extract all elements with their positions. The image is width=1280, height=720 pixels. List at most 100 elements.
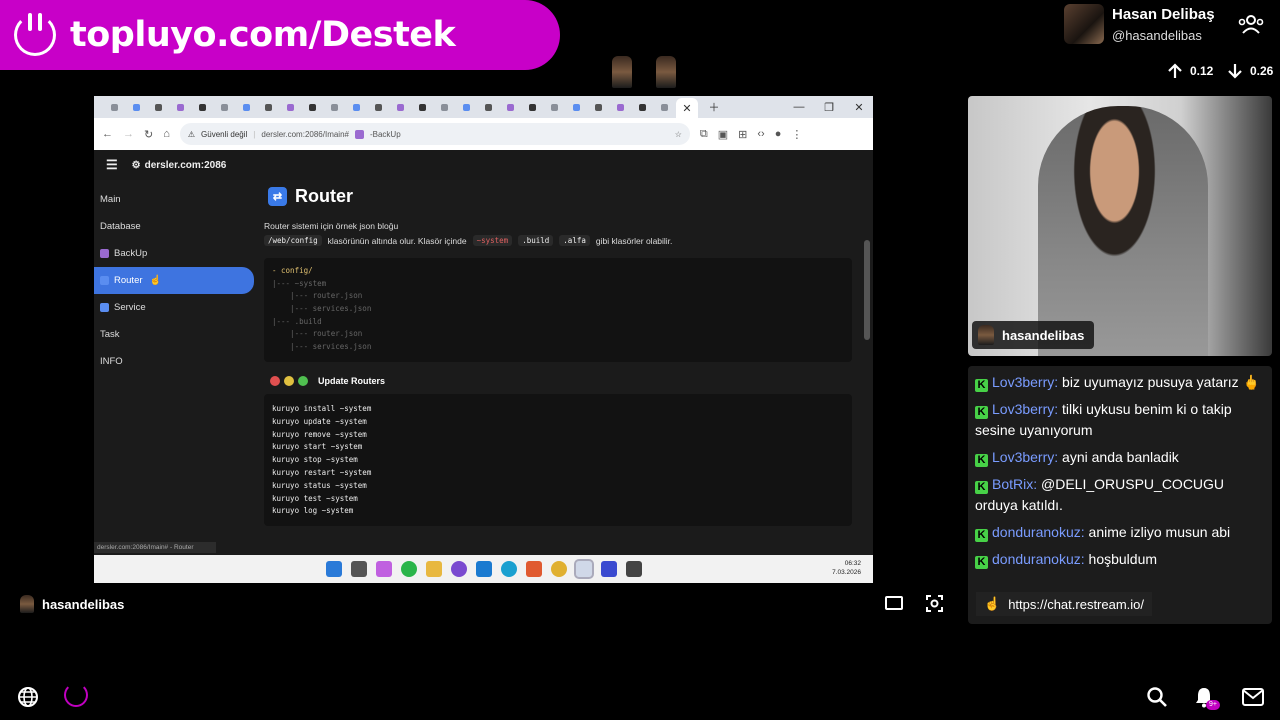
tab-favicon-icon[interactable] bbox=[610, 100, 630, 114]
menu-dots-icon[interactable]: ⋮ bbox=[791, 128, 802, 141]
tab-favicon-icon[interactable] bbox=[434, 100, 454, 114]
forward-icon[interactable]: → bbox=[123, 128, 134, 140]
red-dot-icon bbox=[270, 376, 280, 386]
sidebar-item-backup[interactable]: BackUp bbox=[94, 240, 254, 267]
back-icon[interactable]: ← bbox=[102, 128, 113, 140]
chrome-icon[interactable] bbox=[550, 561, 567, 577]
tab-favicon-icon[interactable] bbox=[390, 100, 410, 114]
copilot-icon[interactable] bbox=[375, 561, 392, 577]
app-icon[interactable] bbox=[625, 561, 642, 577]
brave-icon[interactable] bbox=[525, 561, 542, 577]
home-icon[interactable]: ⌂ bbox=[163, 128, 170, 140]
search-icon[interactable] bbox=[1146, 686, 1168, 708]
sidebar-item-info[interactable]: INFO bbox=[94, 348, 254, 375]
tab-favicon-icon[interactable] bbox=[192, 100, 212, 114]
profile-avatar[interactable] bbox=[1064, 4, 1104, 44]
tab-favicon-icon[interactable] bbox=[280, 100, 300, 114]
command-line: kuruyo log ~system bbox=[272, 506, 354, 516]
sidebar-item-main[interactable]: Main bbox=[94, 186, 254, 213]
new-tab-button[interactable]: ＋ bbox=[700, 99, 728, 115]
topluyo-home-icon[interactable] bbox=[64, 683, 88, 707]
tab-favicon-icon[interactable] bbox=[654, 100, 674, 114]
yellow-dot-icon bbox=[284, 376, 294, 386]
tab-favicon-icon[interactable] bbox=[522, 100, 542, 114]
people-icon[interactable] bbox=[1238, 14, 1264, 34]
command-line: kuruyo stop ~system bbox=[272, 455, 358, 465]
streamer-video bbox=[1038, 106, 1208, 356]
stream-username: hasandelibas bbox=[42, 596, 125, 612]
tab-favicon-icon[interactable] bbox=[324, 100, 344, 114]
security-warning: Güvenli değil bbox=[201, 129, 248, 139]
tab-favicon-icon[interactable] bbox=[566, 100, 586, 114]
apps-icon[interactable]: ⊞ bbox=[738, 128, 747, 141]
chat-username[interactable]: donduranokuz bbox=[992, 524, 1081, 540]
windows-start-icon[interactable] bbox=[325, 561, 342, 577]
tab-favicon-icon[interactable] bbox=[126, 100, 146, 114]
sidebar-item-router[interactable]: Router ☝ bbox=[94, 267, 254, 294]
tab-favicon-icon[interactable] bbox=[456, 100, 476, 114]
bookmark-star-icon[interactable]: ☆ bbox=[675, 130, 682, 139]
kick-badge-icon: K bbox=[975, 481, 988, 494]
chrome-active-icon[interactable] bbox=[573, 559, 594, 579]
vscode-icon[interactable] bbox=[475, 561, 492, 577]
stream-user[interactable]: hasandelibas bbox=[20, 595, 124, 613]
green-dot-icon bbox=[298, 376, 308, 386]
hamburger-menu-icon[interactable]: ☰ bbox=[106, 157, 118, 173]
tab-favicon-icon[interactable] bbox=[346, 100, 366, 114]
chat-username[interactable]: Lov3berry bbox=[992, 449, 1054, 465]
webcam-name: hasandelibas bbox=[1002, 327, 1085, 343]
tab-favicon-icon[interactable] bbox=[170, 100, 190, 114]
tab-favicon-icon[interactable] bbox=[412, 100, 432, 114]
page-scrollbar[interactable] bbox=[864, 240, 870, 340]
active-tab[interactable]: ✕ bbox=[676, 98, 698, 118]
address-suffix: -BackUp bbox=[369, 129, 401, 139]
tab-favicon-icon[interactable] bbox=[544, 100, 564, 114]
tab-favicon-icon[interactable] bbox=[588, 100, 608, 114]
theater-mode-icon[interactable] bbox=[885, 596, 903, 610]
github-desktop-icon[interactable] bbox=[450, 561, 467, 577]
tab-favicon-icon[interactable] bbox=[302, 100, 322, 114]
download-stat: 0.26 bbox=[1226, 62, 1273, 80]
tab-favicon-icon[interactable] bbox=[148, 100, 168, 114]
extensions-icon[interactable]: ⧉ bbox=[700, 128, 708, 141]
maximize-button[interactable]: ❐ bbox=[815, 101, 843, 114]
chat-username[interactable]: Lov3berry bbox=[992, 374, 1054, 390]
globe-icon[interactable] bbox=[17, 686, 39, 708]
sidebar-item-task[interactable]: Task bbox=[94, 321, 254, 348]
file-explorer-icon[interactable] bbox=[425, 561, 442, 577]
chat-username[interactable]: Lov3berry bbox=[992, 401, 1054, 417]
tab-favicon-icon[interactable] bbox=[368, 100, 388, 114]
backup-icon bbox=[100, 249, 109, 258]
notification-badge: 9+ bbox=[1206, 700, 1220, 710]
sidepanel-icon[interactable]: ▣ bbox=[718, 128, 728, 141]
reload-icon[interactable]: ↻ bbox=[144, 128, 153, 141]
command-line: kuruyo restart ~system bbox=[272, 467, 372, 477]
sidebar-item-database[interactable]: Database bbox=[94, 213, 254, 240]
service-icon bbox=[100, 303, 109, 312]
app-icon[interactable] bbox=[600, 561, 617, 577]
chat-username[interactable]: BotRix bbox=[992, 476, 1033, 492]
task-view-icon[interactable] bbox=[350, 561, 367, 577]
tab-favicon-icon[interactable] bbox=[632, 100, 652, 114]
devtools-icon[interactable]: ‹› bbox=[757, 128, 764, 140]
edge-icon[interactable] bbox=[500, 561, 517, 577]
screenshot-icon[interactable] bbox=[926, 595, 943, 612]
close-window-button[interactable]: ✕ bbox=[845, 101, 873, 114]
profile-icon[interactable]: ● bbox=[775, 128, 782, 140]
mail-icon[interactable] bbox=[1242, 688, 1264, 706]
tab-favicon-icon[interactable] bbox=[478, 100, 498, 114]
address-bar[interactable]: ⚠ Güvenli değil | dersler.com:2086/Imain… bbox=[179, 123, 690, 145]
tab-favicon-icon[interactable] bbox=[258, 100, 278, 114]
chat-panel: K Lov3berry: biz uyumayız pusuya yatarız … bbox=[968, 366, 1272, 624]
browser-toolbar: ← → ↻ ⌂ ⚠ Güvenli değil | dersler.com:20… bbox=[94, 118, 873, 150]
whatsapp-icon[interactable] bbox=[400, 561, 417, 577]
web-page: ☰ ⚙ dersler.com:2086 Main Database BackUp R… bbox=[94, 150, 873, 555]
chat-username[interactable]: donduranokuz bbox=[992, 551, 1081, 567]
tab-favicon-icon[interactable] bbox=[236, 100, 256, 114]
touch-icon: ☝ bbox=[984, 596, 1001, 611]
tab-favicon-icon[interactable] bbox=[214, 100, 234, 114]
tab-favicon-icon[interactable] bbox=[104, 100, 124, 114]
sidebar-item-service[interactable]: Service bbox=[94, 294, 254, 321]
tab-favicon-icon[interactable] bbox=[500, 100, 520, 114]
minimize-button[interactable]: — bbox=[785, 101, 813, 113]
